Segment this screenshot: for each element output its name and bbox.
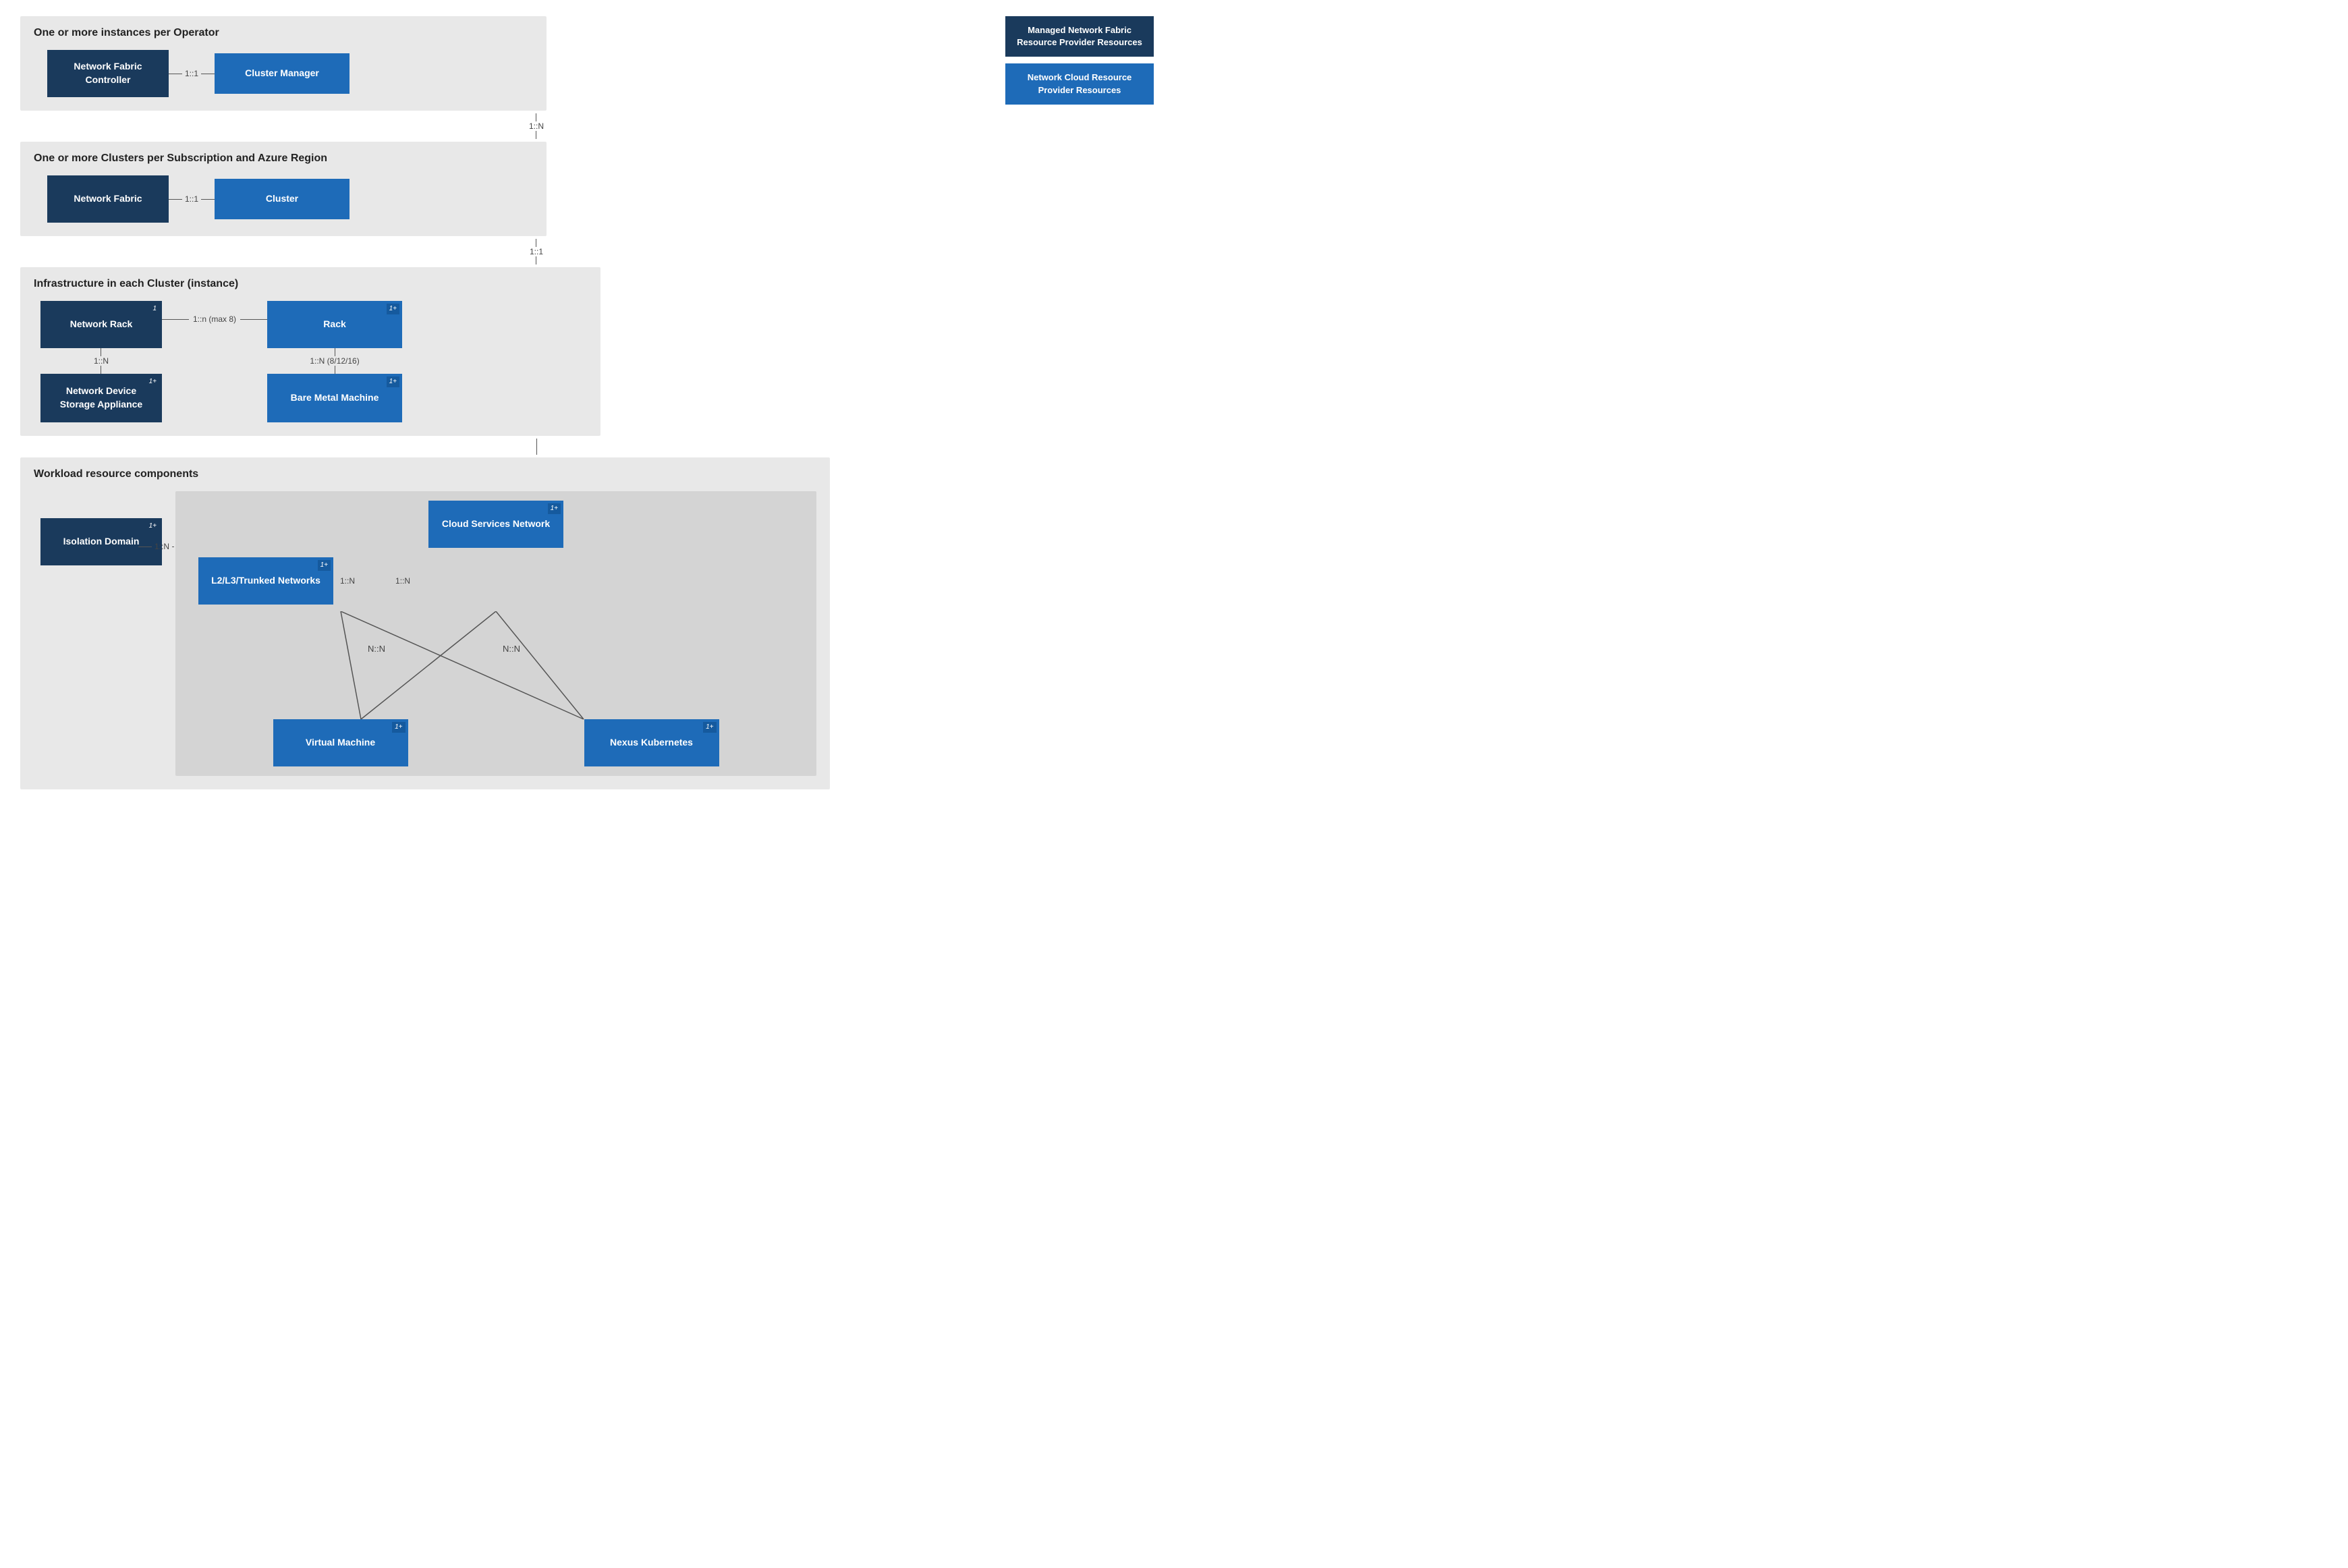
section1-title: One or more instances per Operator [34, 27, 533, 39]
section3-right: 1+ Rack 1::N (8/12/16) 1+ Bare Metal Ma [267, 301, 402, 422]
node-cluster-manager: Cluster Manager [215, 53, 350, 94]
section4-right: 1+ Cloud Services Network 1+ L2/L3/Trunk… [175, 491, 816, 776]
node-rack: 1+ Rack [267, 301, 402, 348]
section4-content: 1+ Isolation Domain 1::N [34, 491, 816, 776]
section-infrastructure: Infrastructure in each Cluster (instance… [20, 267, 600, 436]
node-nexus-kubernetes: 1+ Nexus Kubernetes [584, 719, 719, 766]
node-network-rack: 1 Network Rack [40, 301, 162, 348]
node-network-device: 1+ Network Device Storage Appliance [40, 374, 162, 422]
node-virtual-machine: 1+ Virtual Machine [273, 719, 408, 766]
svg-text:N::N: N::N [503, 644, 520, 654]
section-operator: One or more instances per Operator Netwo… [20, 16, 547, 111]
node-bare-metal: 1+ Bare Metal Machine [267, 374, 402, 422]
svg-text:N::N: N::N [368, 644, 385, 654]
section4-bottom-row: 1+ Virtual Machine 1+ Nexus Kubernetes [185, 719, 807, 766]
node-network-fabric-controller: Network Fabric Controller [47, 50, 169, 97]
connector-1to1-sec1: 1::1 [169, 69, 215, 78]
node-cluster: Cluster [215, 179, 350, 219]
between-s1-s2: 1::N [20, 111, 965, 142]
node-network-fabric: Network Fabric [47, 175, 169, 223]
section-clusters: One or more Clusters per Subscription an… [20, 142, 547, 236]
section-workload: Workload resource components 1+ Isolatio… [20, 457, 830, 789]
node-l2l3: 1+ L2/L3/Trunked Networks [198, 557, 333, 605]
between-s3-s4 [20, 436, 965, 457]
legend-item-managed: Managed Network Fabric Resource Provider… [1005, 16, 1154, 57]
diagram-wrapper: One or more instances per Operator Netwo… [20, 16, 965, 789]
section3-content: 1 Network Rack 1::N 1+ Network Device S [34, 301, 587, 422]
section3-title: Infrastructure in each Cluster (instance… [34, 278, 587, 290]
connections-svg: N::N N::N [260, 611, 732, 733]
connector-1to1-sec2: 1::1 [169, 194, 215, 204]
node-cloud-services: 1+ Cloud Services Network [428, 501, 563, 548]
section4-title: Workload resource components [34, 468, 816, 480]
section2-content: Network Fabric 1::1 Cluster [34, 175, 533, 223]
legend: Managed Network Fabric Resource Provider… [1005, 16, 1154, 105]
section2-title: One or more Clusters per Subscription an… [34, 152, 533, 165]
section4-left: 1+ Isolation Domain 1::N [40, 491, 162, 575]
between-s2-s3: 1::1 [20, 236, 965, 267]
section3-left: 1 Network Rack 1::N 1+ Network Device S [40, 301, 162, 422]
legend-item-cloud: Network Cloud Resource Provider Resource… [1005, 63, 1154, 104]
section1-content: Network Fabric Controller 1::1 Cluster M… [34, 50, 533, 97]
connector-rack-to-rack: 1::n (max 8) [162, 314, 267, 324]
